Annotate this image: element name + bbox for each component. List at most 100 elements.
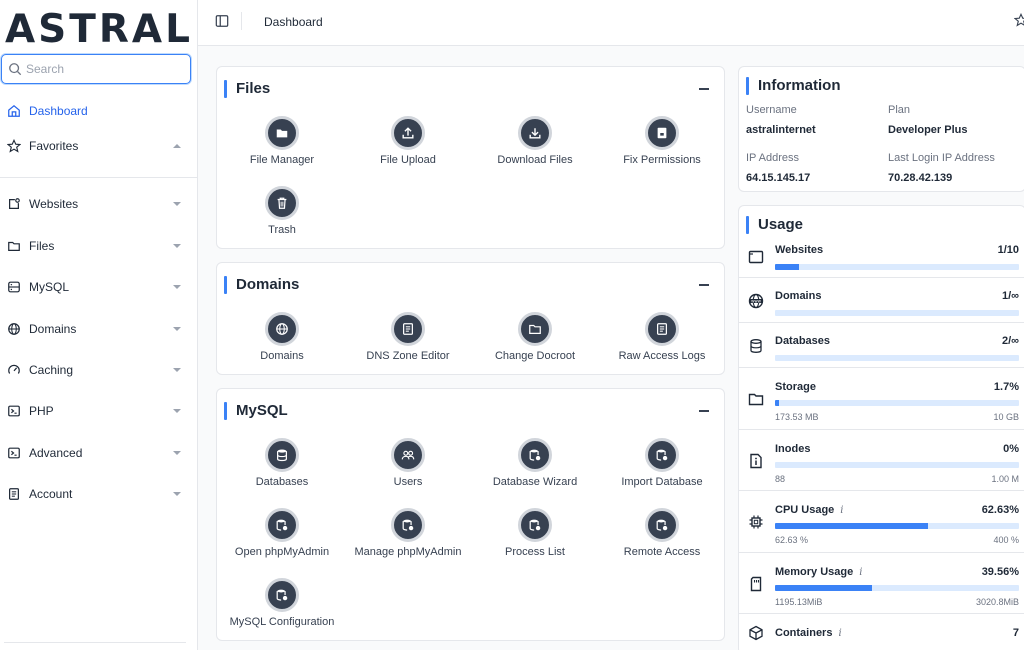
collapse-icon[interactable] [699, 284, 709, 286]
files-panel: Files File Manager File Upload Download … [216, 66, 725, 249]
database-icon [265, 438, 299, 472]
favorite-star-icon[interactable] [1014, 13, 1024, 27]
tile-label: Download Files [497, 154, 573, 166]
database-settings-icon [391, 508, 425, 542]
tile-mysql-configuration[interactable]: MySQL Configuration [217, 578, 347, 638]
sidebar-item-account[interactable]: Account [0, 476, 198, 512]
collapse-icon[interactable] [699, 410, 709, 412]
info-icon[interactable]: i [838, 628, 841, 639]
usage-name: Containers i [775, 627, 842, 639]
plan-value: Developer Plus [888, 124, 968, 136]
tile-label: Databases [255, 476, 309, 488]
usage-name: Inodes [775, 443, 811, 455]
usage-value: 1.7% [993, 381, 1019, 393]
chevron-down-icon[interactable] [172, 366, 182, 374]
tile-database-wizard[interactable]: Database Wizard [470, 438, 600, 498]
usage-name-text: Containers [775, 627, 833, 639]
tile-dns-zone-editor[interactable]: DNS Zone Editor [343, 312, 473, 372]
tile-process-list[interactable]: Process List [470, 508, 600, 568]
tile-change-docroot[interactable]: Change Docroot [470, 312, 600, 372]
sidebar-item-label: MySQL [29, 280, 70, 294]
www-globe-icon: www [748, 293, 764, 309]
tile-trash[interactable]: Trash [217, 186, 347, 246]
gauge-icon [8, 364, 20, 374]
tile-manage-phpmyadmin[interactable]: Manage phpMyAdmin [343, 508, 473, 568]
sidebar-item-label: Advanced [29, 446, 83, 460]
chevron-down-icon[interactable] [172, 200, 182, 208]
tile-databases[interactable]: Databases [217, 438, 347, 498]
tile-file-manager[interactable]: File Manager [217, 116, 347, 176]
sidebar-item-files[interactable]: Files [0, 228, 198, 264]
sidebar-item-php[interactable]: PHP [0, 393, 198, 429]
usage-row-inodes: Inodes 0% 88 1.00 M [739, 429, 1024, 490]
tile-domains[interactable]: Domains [217, 312, 347, 372]
folder-icon [518, 312, 552, 346]
topbar-separator [241, 12, 242, 30]
database-wizard-icon [518, 438, 552, 472]
sidebar-divider [0, 177, 198, 178]
database-remote-icon [645, 508, 679, 542]
usage-used: 1195.13MiB [775, 597, 823, 607]
sidebar-item-mysql[interactable]: MySQL [0, 269, 198, 305]
memory-card-icon [750, 576, 762, 592]
chevron-down-icon[interactable] [172, 325, 182, 333]
tile-file-upload[interactable]: File Upload [343, 116, 473, 176]
usage-limit: 3020.8MiB [975, 597, 1019, 607]
sidebar-item-websites[interactable]: Websites [0, 186, 198, 222]
chevron-down-icon[interactable] [172, 242, 182, 250]
chevron-up-icon[interactable] [172, 142, 182, 150]
tile-label: File Upload [380, 154, 436, 166]
sidebar-item-domains[interactable]: Domains [0, 311, 198, 347]
files-panel-title: Files [224, 80, 270, 98]
domains-panel-title: Domains [224, 276, 299, 294]
sidebar-item-advanced[interactable]: Advanced [0, 435, 198, 471]
tile-label: Import Database [621, 476, 703, 488]
chevron-down-icon[interactable] [172, 407, 182, 415]
log-icon [645, 312, 679, 346]
usage-limit: 1.00 M [991, 474, 1019, 484]
astral-logo[interactable]: ASTRAL [5, 8, 193, 52]
ip-address-value: 64.15.145.17 [746, 172, 811, 184]
usage-row-containers: Containers i 7 [739, 613, 1024, 650]
usage-bar-fill [775, 585, 872, 591]
usage-used: 62.63 % [775, 535, 809, 545]
trash-icon [265, 186, 299, 220]
collapse-icon[interactable] [699, 88, 709, 90]
tile-import-database[interactable]: Import Database [597, 438, 727, 498]
cpu-chip-icon [749, 515, 763, 529]
chevron-down-icon[interactable] [172, 449, 182, 457]
tile-remote-access[interactable]: Remote Access [597, 508, 727, 568]
info-icon[interactable]: i [859, 567, 862, 578]
tile-open-phpmyadmin[interactable]: Open phpMyAdmin [217, 508, 347, 568]
tile-raw-access-logs[interactable]: Raw Access Logs [597, 312, 727, 372]
tile-label: Change Docroot [494, 350, 576, 362]
info-icon[interactable]: i [840, 505, 843, 516]
usage-bar [775, 462, 1019, 468]
sidebar-item-label: Caching [29, 363, 74, 377]
usage-name: Storage [775, 381, 816, 393]
tile-fix-permissions[interactable]: Fix Permissions [597, 116, 727, 176]
tile-download-files[interactable]: Download Files [470, 116, 600, 176]
tile-users[interactable]: Users [343, 438, 473, 498]
username-value: astralinternet [746, 124, 816, 136]
chevron-down-icon[interactable] [172, 490, 182, 498]
search-box[interactable] [1, 54, 191, 84]
sidebar-item-label: Account [29, 487, 73, 501]
usage-row-storage: Storage 1.7% 173.53 MB 10 GB [739, 367, 1024, 429]
chevron-down-icon[interactable] [172, 283, 182, 291]
search-input[interactable] [26, 58, 186, 80]
mysql-panel: MySQL Databases Users Database Wizard Im… [216, 388, 725, 641]
usage-bar [775, 400, 1019, 406]
database-open-icon [265, 508, 299, 542]
tile-label: File Manager [249, 154, 315, 166]
usage-bar [775, 355, 1019, 361]
users-icon [391, 438, 425, 472]
sidebar-item-dashboard[interactable]: Dashboard [0, 93, 198, 129]
tile-label: Users [393, 476, 423, 488]
sidebar-item-favorites[interactable]: Favorites [0, 128, 198, 164]
sidebar-toggle-icon[interactable] [215, 14, 229, 28]
sidebar-item-caching[interactable]: Caching [0, 352, 198, 388]
cube-icon [749, 625, 763, 641]
ip-address-label: IP Address [746, 152, 799, 164]
username-label: Username [746, 104, 797, 116]
